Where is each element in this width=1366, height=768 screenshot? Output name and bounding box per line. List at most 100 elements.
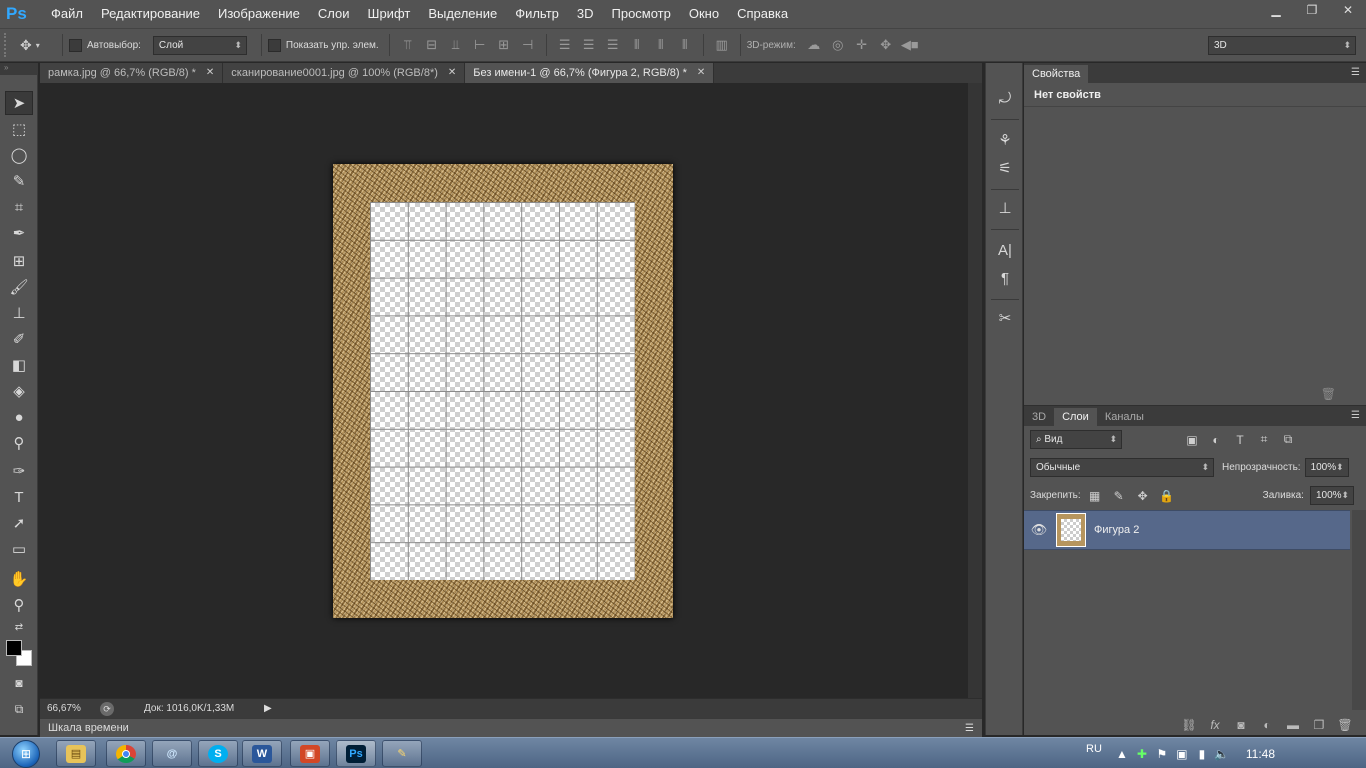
menu-3d[interactable]: 3D <box>568 0 603 28</box>
action-center-icon[interactable]: ⚑ <box>1152 747 1172 761</box>
menu-edit[interactable]: Редактирование <box>92 0 209 28</box>
opacity-input[interactable]: 100% <box>1304 458 1349 477</box>
align-vcenter-icon[interactable]: ⊟ <box>420 37 444 53</box>
new-layer-icon[interactable]: ❐ <box>1308 718 1330 732</box>
pan-3d-icon[interactable]: ✛ <box>850 37 874 53</box>
type-icon[interactable]: T <box>5 485 33 509</box>
clock[interactable]: 11:48 <box>1246 747 1275 761</box>
panel-menu-icon[interactable]: ☰ <box>965 723 974 734</box>
distribute-bottom-icon[interactable]: ☰ <box>601 37 625 53</box>
distribute-right-icon[interactable]: ⦀ <box>673 37 697 53</box>
move-tool-icon[interactable]: ✥ ▾ <box>20 37 56 54</box>
volume-icon[interactable]: 🔈 <box>1212 747 1232 761</box>
filter-smart-object-icon[interactable]: ⧉ <box>1276 432 1300 447</box>
menu-type[interactable]: Шрифт <box>359 0 420 28</box>
history-brush-icon[interactable]: ✐ <box>5 327 33 351</box>
trash-icon[interactable]: 🗑 <box>1334 718 1356 732</box>
menu-select[interactable]: Выделение <box>419 0 506 28</box>
tab-properties[interactable]: Свойства <box>1024 65 1089 83</box>
close-tab-icon[interactable]: ✕ <box>697 63 705 83</box>
blur-icon[interactable]: ● <box>5 405 33 429</box>
toolbar-collapse[interactable]: » <box>0 63 38 75</box>
mail-icon[interactable]: @ <box>152 740 192 767</box>
eraser-icon[interactable]: ◧ <box>5 353 33 377</box>
auto-align-icon[interactable]: ▥ <box>710 37 734 53</box>
canvas-scrollbar[interactable] <box>968 83 982 698</box>
canvas-area[interactable] <box>40 83 968 698</box>
foreground-color-swatch[interactable] <box>6 640 22 656</box>
brush-icon[interactable]: 🖌 <box>5 275 33 299</box>
update-icon[interactable]: ✚ <box>1132 747 1152 761</box>
layers-scrollbar[interactable] <box>1352 510 1366 710</box>
orbit-3d-icon[interactable]: ☁ <box>802 37 826 53</box>
filter-type-icon[interactable]: T <box>1228 433 1252 447</box>
folder-icon[interactable]: ▬ <box>1282 718 1304 732</box>
close-icon[interactable]: ✕ <box>1330 0 1366 20</box>
photoshop-icon[interactable]: Ps <box>336 740 376 767</box>
tab-layers[interactable]: Слои <box>1054 408 1097 426</box>
menu-file[interactable]: Файл <box>42 0 92 28</box>
screen-mode-icon[interactable]: ⧉ <box>5 697 33 721</box>
filter-shape-icon[interactable]: ⌗ <box>1252 432 1276 447</box>
tool-presets-icon[interactable]: ✂ <box>993 307 1017 329</box>
align-hcenter-icon[interactable]: ⊞ <box>492 37 516 53</box>
blend-mode-select[interactable]: Обычные <box>1030 458 1214 477</box>
paint-icon[interactable]: ✎ <box>382 740 422 767</box>
link-icon[interactable]: ⛓ <box>1178 718 1200 732</box>
fill-input[interactable]: 100% <box>1309 486 1354 505</box>
history-icon[interactable]: ⤾ <box>993 87 1017 109</box>
paragraph-icon[interactable]: ¶ <box>993 267 1017 289</box>
timeline-panel[interactable]: Шкала времени ☰ <box>40 718 982 737</box>
autoselect-checkbox[interactable]: Автовыбор: <box>69 38 141 52</box>
camera-3d-icon[interactable]: ◀■ <box>898 37 922 53</box>
show-hidden-icons-icon[interactable]: ▲ <box>1112 747 1132 761</box>
network-icon[interactable]: ▮ <box>1192 747 1212 761</box>
lasso-icon[interactable]: ◯ <box>5 143 33 167</box>
distribute-top-icon[interactable]: ☰ <box>553 37 577 53</box>
word-icon[interactable]: W <box>242 740 282 767</box>
distribute-vcenter-icon[interactable]: ☰ <box>577 37 601 53</box>
menu-filter[interactable]: Фильтр <box>506 0 568 28</box>
clone-source-icon[interactable]: ⊥ <box>993 197 1017 219</box>
tab-ramka[interactable]: рамка.jpg @ 66,7% (RGB/8) * ✕ <box>40 63 224 83</box>
zoom-level[interactable]: 66,67% <box>40 703 90 714</box>
crop-icon[interactable]: ⌗ <box>5 195 33 219</box>
tab-scan[interactable]: сканирование0001.jpg @ 100% (RGB/8*) ✕ <box>223 63 466 83</box>
layer-name[interactable]: Фигура 2 <box>1094 524 1139 536</box>
healing-brush-icon[interactable]: ⊞ <box>5 249 33 273</box>
layer-filter-select[interactable]: ⌕ Вид <box>1030 430 1122 449</box>
lock-transparent-icon[interactable]: ▦ <box>1083 489 1107 503</box>
explorer-icon[interactable]: ▤ <box>56 740 96 767</box>
slide-3d-icon[interactable]: ✥ <box>874 37 898 53</box>
clone-stamp-icon[interactable]: ⊥ <box>5 301 33 325</box>
marquee-icon[interactable]: ⬚ <box>5 117 33 141</box>
autoselect-target-select[interactable]: Слой <box>152 35 247 55</box>
lock-all-icon[interactable]: 🔒 <box>1155 489 1179 503</box>
rectangle-icon[interactable]: ▭ <box>5 537 33 561</box>
layer-row[interactable]: 👁 Фигура 2 <box>1024 510 1350 550</box>
align-top-icon[interactable]: ⫪ <box>396 37 420 53</box>
restore-icon[interactable]: ❐ <box>1294 0 1330 20</box>
eye-icon[interactable]: 👁 <box>1024 522 1054 538</box>
trash-icon[interactable]: 🗑 <box>1321 387 1336 401</box>
language-indicator[interactable]: RU <box>1086 743 1102 755</box>
adjustment-icon[interactable]: ◐ <box>1256 718 1278 732</box>
close-tab-icon[interactable]: ✕ <box>448 63 456 83</box>
brush-presets-icon[interactable]: ⚘ <box>993 129 1017 151</box>
lock-position-icon[interactable]: ✥ <box>1131 489 1155 503</box>
start-button[interactable]: ⊞ <box>6 738 46 768</box>
export-status-icon[interactable]: ⟳ <box>100 701 114 716</box>
hand-icon[interactable]: ✋ <box>5 567 33 591</box>
mask-icon[interactable]: ◙ <box>1230 718 1252 732</box>
paint-bucket-icon[interactable]: ◈ <box>5 379 33 403</box>
move-icon[interactable]: ➤ <box>5 91 33 115</box>
workspace-select[interactable]: 3D <box>1208 36 1356 55</box>
device-icon[interactable]: ▣ <box>1172 747 1192 761</box>
dodge-icon[interactable]: ⚲ <box>5 431 33 455</box>
lock-image-icon[interactable]: ✎ <box>1107 489 1131 503</box>
align-bottom-icon[interactable]: ⫫ <box>444 37 468 53</box>
status-menu-arrow-icon[interactable]: ▶ <box>264 703 276 714</box>
filter-adjustment-icon[interactable]: ◐ <box>1204 433 1228 447</box>
swap-colors-icon[interactable]: ⇄ <box>5 619 33 635</box>
quick-select-icon[interactable]: ✎ <box>5 169 33 193</box>
